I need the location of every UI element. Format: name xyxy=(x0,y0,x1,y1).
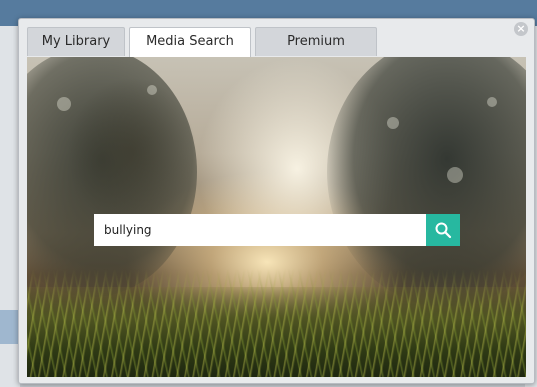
search-icon xyxy=(435,222,452,239)
tab-bar: My Library Media Search Premium Photos xyxy=(27,27,381,77)
grass xyxy=(27,269,526,377)
image-picker-dialog: × My Library Media Search Premium Photos xyxy=(18,18,535,384)
search-button[interactable] xyxy=(426,214,460,246)
tab-my-library[interactable]: My Library xyxy=(27,27,125,56)
media-search-bar xyxy=(94,214,460,246)
bokeh-dot xyxy=(447,167,463,183)
bokeh-dot xyxy=(147,85,157,95)
background-left-stripe xyxy=(0,310,20,344)
tab-media-search[interactable]: Media Search xyxy=(129,27,251,58)
bokeh-dot xyxy=(387,117,399,129)
bokeh-dot xyxy=(487,97,497,107)
bokeh-dot xyxy=(57,97,71,111)
tab-premium-photos[interactable]: Premium Photos xyxy=(255,27,377,77)
search-hero-image xyxy=(27,57,526,377)
tree-silhouette-left-inner xyxy=(67,77,197,227)
close-icon[interactable]: × xyxy=(514,22,528,36)
search-input[interactable] xyxy=(94,214,426,246)
